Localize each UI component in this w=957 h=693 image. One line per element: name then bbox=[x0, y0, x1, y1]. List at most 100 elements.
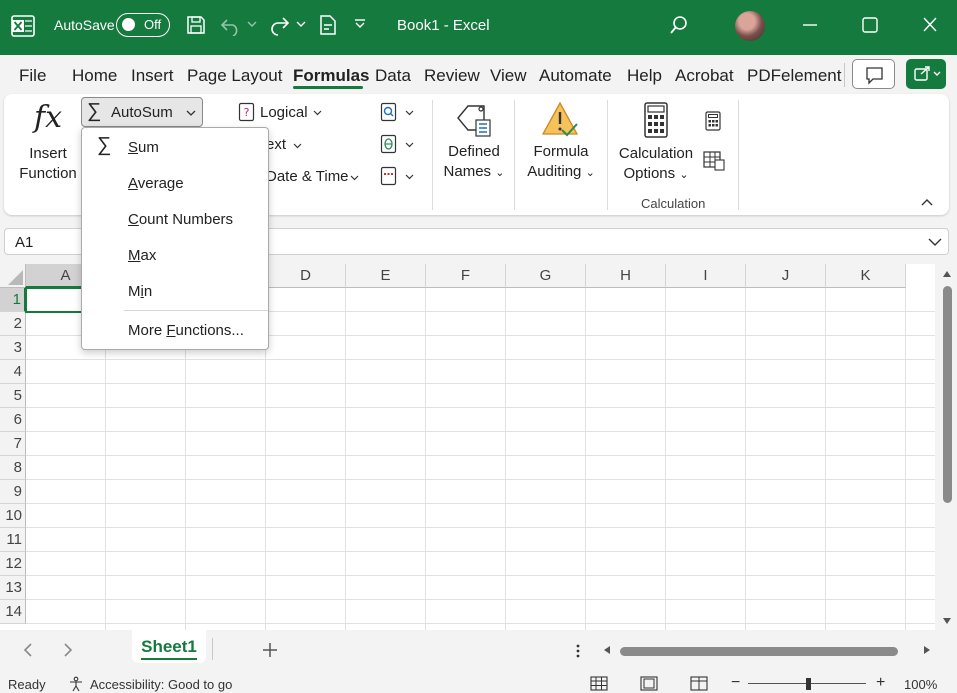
calculator-icon bbox=[644, 102, 668, 138]
tab-acrobat[interactable]: Acrobat bbox=[675, 66, 734, 86]
calculate-sheet-icon[interactable] bbox=[703, 151, 725, 171]
scroll-right-icon[interactable] bbox=[922, 645, 932, 655]
vertical-scroll-thumb[interactable] bbox=[943, 286, 952, 503]
vertical-scrollbar[interactable] bbox=[937, 264, 957, 630]
scroll-up-icon[interactable] bbox=[942, 269, 952, 279]
grid-column-line bbox=[345, 288, 346, 630]
text-label: ext bbox=[266, 136, 287, 153]
grid-row-line bbox=[26, 455, 935, 456]
column-header-d[interactable]: D bbox=[266, 264, 346, 288]
zoom-slider-thumb[interactable] bbox=[806, 678, 811, 690]
sheet-tab-sheet1[interactable]: Sheet1 bbox=[132, 630, 206, 663]
column-header-h[interactable]: H bbox=[586, 264, 666, 288]
window-title: Book1 - Excel bbox=[397, 17, 490, 34]
name-box[interactable]: A1 bbox=[15, 234, 33, 251]
row-header-5[interactable]: 5 bbox=[0, 384, 26, 408]
ribbon-tabs: File Home Insert Page Layout Formulas Da… bbox=[0, 55, 957, 93]
tab-separator bbox=[844, 63, 845, 87]
expand-formula-bar-icon[interactable] bbox=[927, 234, 943, 250]
more-options-icon[interactable] bbox=[574, 643, 582, 659]
collapse-ribbon-icon[interactable] bbox=[920, 197, 934, 207]
grid-row-line bbox=[26, 359, 935, 360]
tab-formulas[interactable]: Formulas bbox=[293, 66, 370, 86]
normal-view-icon[interactable] bbox=[590, 676, 608, 691]
row-header-9[interactable]: 9 bbox=[0, 480, 26, 504]
row-header-13[interactable]: 13 bbox=[0, 576, 26, 600]
accessibility-icon bbox=[70, 676, 82, 692]
column-header-j[interactable]: J bbox=[746, 264, 826, 288]
zoom-in-icon[interactable]: + bbox=[876, 674, 885, 692]
row-header-10[interactable]: 10 bbox=[0, 504, 26, 528]
prev-sheet-icon[interactable] bbox=[22, 642, 34, 658]
row-header-1[interactable]: 1 bbox=[0, 288, 26, 312]
maximize-icon[interactable] bbox=[861, 14, 879, 36]
row-header-2[interactable]: 2 bbox=[0, 312, 26, 336]
page-break-view-icon[interactable] bbox=[690, 676, 708, 691]
select-all-icon bbox=[8, 270, 23, 285]
column-header-e[interactable]: E bbox=[346, 264, 426, 288]
minimize-icon[interactable] bbox=[801, 14, 819, 36]
share-button[interactable] bbox=[906, 59, 946, 89]
add-sheet-icon[interactable] bbox=[262, 642, 278, 658]
avatar[interactable] bbox=[735, 11, 765, 41]
tab-data[interactable]: Data bbox=[375, 66, 411, 86]
row-header-3[interactable]: 3 bbox=[0, 336, 26, 360]
tab-automate[interactable]: Automate bbox=[539, 66, 612, 86]
menu-item-sum[interactable]: Sum bbox=[128, 139, 159, 156]
row-header-6[interactable]: 6 bbox=[0, 408, 26, 432]
menu-item-max[interactable]: Max bbox=[128, 247, 156, 264]
lookup-dropdown-icon bbox=[405, 110, 414, 116]
select-all-corner[interactable] bbox=[0, 264, 26, 288]
page-layout-view-icon[interactable] bbox=[640, 676, 658, 691]
menu-item-more-functions[interactable]: More Functions... bbox=[128, 322, 244, 339]
tab-file[interactable]: File bbox=[19, 66, 46, 86]
tab-page-layout[interactable]: Page Layout bbox=[187, 66, 282, 86]
logical-dropdown-icon bbox=[313, 110, 322, 116]
zoom-level[interactable]: 100% bbox=[904, 677, 937, 692]
undo-dropdown-icon[interactable] bbox=[247, 17, 257, 31]
row-header-12[interactable]: 12 bbox=[0, 552, 26, 576]
customize-qat-icon[interactable] bbox=[353, 17, 367, 31]
tab-insert[interactable]: Insert bbox=[131, 66, 174, 86]
autosave-toggle[interactable]: Off bbox=[116, 13, 170, 37]
tab-pdfelement[interactable]: PDFelement bbox=[747, 66, 841, 86]
next-sheet-icon[interactable] bbox=[62, 642, 74, 658]
menu-item-count-numbers[interactable]: Count Numbers bbox=[128, 211, 233, 228]
defined-names-icon bbox=[457, 105, 491, 137]
tab-help[interactable]: Help bbox=[627, 66, 662, 86]
horizontal-scroll-thumb[interactable] bbox=[620, 647, 898, 656]
row-header-8[interactable]: 8 bbox=[0, 456, 26, 480]
menu-item-min[interactable]: Min bbox=[128, 283, 152, 300]
redo-icon[interactable] bbox=[267, 14, 291, 36]
autosum-button[interactable]: ∑ AutoSum bbox=[81, 97, 203, 127]
column-header-k[interactable]: K bbox=[826, 264, 906, 288]
zoom-out-icon[interactable]: − bbox=[731, 674, 740, 692]
tab-home[interactable]: Home bbox=[72, 66, 117, 86]
tab-review[interactable]: Review bbox=[424, 66, 480, 86]
accessibility-status[interactable]: Accessibility: Good to go bbox=[90, 677, 232, 692]
close-icon[interactable] bbox=[921, 14, 939, 36]
formula-auditing-label-1: Formula bbox=[533, 143, 589, 160]
undo-icon[interactable] bbox=[219, 14, 243, 36]
row-header-14[interactable]: 14 bbox=[0, 600, 26, 624]
tab-view[interactable]: View bbox=[490, 66, 527, 86]
row-header-7[interactable]: 7 bbox=[0, 432, 26, 456]
comments-button[interactable] bbox=[852, 59, 895, 89]
column-header-i[interactable]: I bbox=[666, 264, 746, 288]
search-icon[interactable] bbox=[668, 14, 690, 36]
save-icon[interactable] bbox=[185, 14, 207, 36]
menu-item-average[interactable]: Average bbox=[128, 175, 184, 192]
scroll-left-icon[interactable] bbox=[602, 645, 612, 655]
column-header-f[interactable]: F bbox=[426, 264, 506, 288]
calculate-now-icon[interactable] bbox=[705, 111, 721, 131]
scroll-down-icon[interactable] bbox=[942, 616, 952, 626]
autosave-state: Off bbox=[144, 17, 162, 32]
row-header-4[interactable]: 4 bbox=[0, 360, 26, 384]
file-form-icon[interactable] bbox=[317, 14, 339, 36]
horizontal-scrollbar[interactable] bbox=[602, 640, 938, 660]
grid-column-line bbox=[585, 288, 586, 630]
redo-dropdown-icon[interactable] bbox=[296, 17, 306, 31]
svg-text:?: ? bbox=[244, 106, 250, 119]
column-header-g[interactable]: G bbox=[506, 264, 586, 288]
row-header-11[interactable]: 11 bbox=[0, 528, 26, 552]
